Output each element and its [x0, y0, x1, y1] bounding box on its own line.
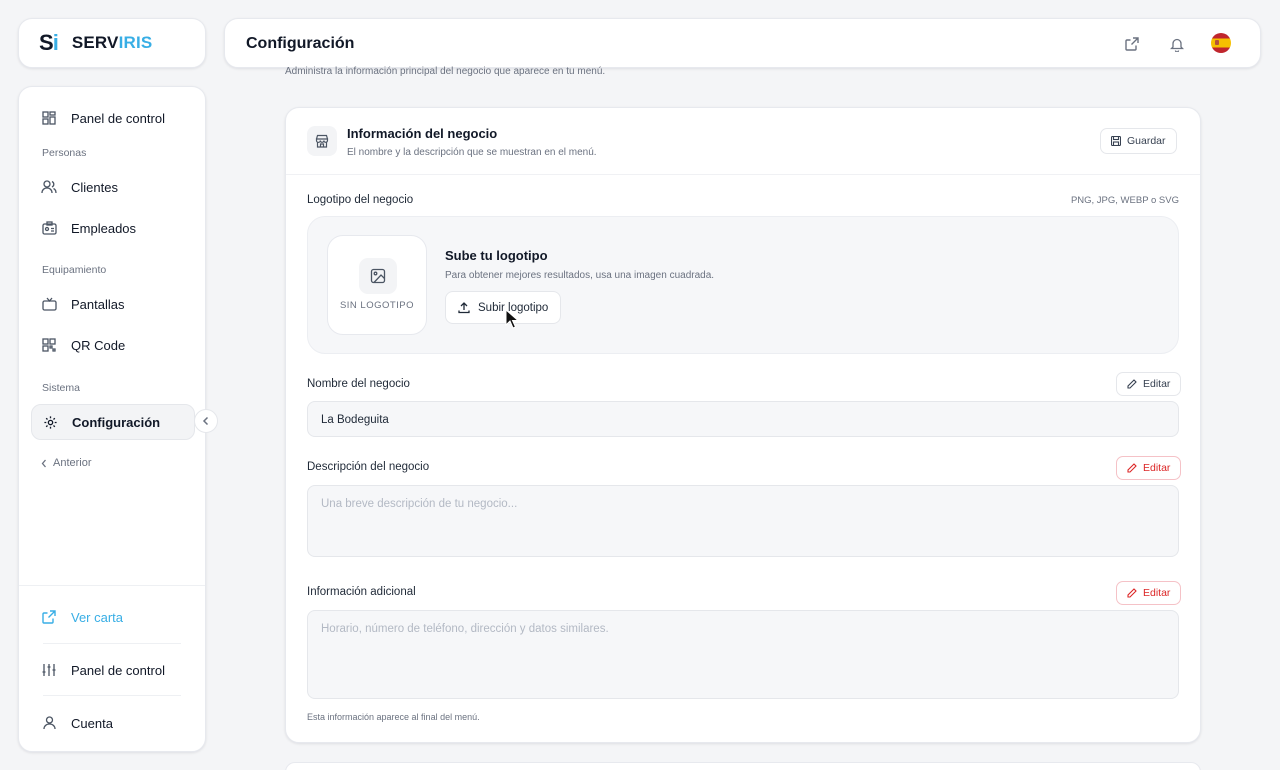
- store-icon: [307, 126, 337, 156]
- mouse-cursor-icon: [505, 309, 519, 329]
- sidebar-item-label: Panel de control: [71, 110, 165, 126]
- next-card: [285, 762, 1201, 770]
- previous-link[interactable]: Anterior: [41, 457, 92, 469]
- sidebar-item-label: QR Code: [71, 337, 126, 353]
- no-logo-label: SIN LOGOTIPO: [339, 300, 415, 311]
- sidebar-item-label: Cuenta: [71, 715, 113, 731]
- logo-field-label: Logotipo del negocio: [307, 194, 414, 206]
- sidebar-item-clientes[interactable]: Clientes: [31, 169, 195, 205]
- divider: [19, 585, 205, 586]
- description-field-label: Descripción del negocio: [307, 461, 430, 473]
- name-field-label: Nombre del negocio: [307, 378, 410, 390]
- sidebar-item-ver-carta[interactable]: Ver carta: [31, 599, 195, 635]
- business-name-field[interactable]: La Bodeguita: [307, 401, 1179, 437]
- upload-icon: [458, 301, 470, 313]
- chevron-left-icon: [202, 416, 209, 426]
- sidebar-item-configuracion[interactable]: Configuración: [31, 404, 195, 440]
- qr-icon: [41, 337, 57, 353]
- id-badge-icon: [41, 220, 57, 236]
- previous-link-label: Anterior: [53, 457, 92, 469]
- logo-formats-hint: PNG, JPG, WEBP o SVG: [1070, 195, 1179, 206]
- edit-description-button[interactable]: Editar: [1116, 456, 1182, 480]
- brand-logo: Si: [39, 30, 59, 55]
- sidebar: Panel de control Personas Clientes Emple…: [18, 86, 218, 752]
- external-link-icon: [1125, 37, 1139, 51]
- pencil-icon: [1127, 463, 1137, 473]
- edit-label: Editar: [1143, 587, 1171, 599]
- sidebar-item-label: Pantallas: [71, 296, 125, 312]
- page-subtitle: Administra la información principal del …: [285, 66, 606, 77]
- bell-icon: [1170, 38, 1184, 52]
- sliders-icon: [41, 662, 57, 678]
- top-bar: Configuración: [224, 18, 1261, 68]
- sidebar-item-label: Ver carta: [71, 609, 124, 625]
- save-button[interactable]: Guardar: [1100, 128, 1177, 154]
- pencil-icon: [1127, 379, 1137, 389]
- extra-info-note: Esta información aparece al final del me…: [307, 712, 480, 722]
- image-icon: [359, 258, 397, 294]
- pencil-icon: [1127, 588, 1137, 598]
- save-icon: [1111, 136, 1121, 146]
- extra-info-field-label: Información adicional: [307, 586, 416, 598]
- page-title: Configuración: [246, 35, 355, 52]
- edit-label: Editar: [1143, 378, 1171, 390]
- sidebar-item-qr-code[interactable]: QR Code: [31, 327, 195, 363]
- gear-icon: [42, 414, 58, 430]
- sidebar-item-empleados[interactable]: Empleados: [31, 210, 195, 246]
- sidebar-item-cuenta[interactable]: Cuenta: [31, 705, 195, 741]
- sidebar-item-label: Empleados: [71, 220, 137, 236]
- edit-name-button[interactable]: Editar: [1116, 372, 1182, 396]
- user-icon: [41, 715, 57, 731]
- notifications-button[interactable]: [1167, 34, 1187, 54]
- sidebar-item-label: Configuración: [72, 414, 161, 430]
- card-title: Información del negocio: [347, 126, 498, 141]
- sidebar-item-label: Panel de control: [71, 662, 165, 678]
- language-flag-es-icon[interactable]: [1211, 33, 1231, 53]
- divider: [43, 695, 181, 696]
- extra-info-field[interactable]: Horario, número de teléfono, dirección y…: [307, 610, 1179, 699]
- save-button-label: Guardar: [1127, 135, 1166, 147]
- tv-icon: [41, 296, 57, 312]
- brand-name: SERVIRIS: [71, 33, 153, 52]
- card-description: El nombre y la descripción que se muestr…: [347, 147, 597, 158]
- edit-extra-info-button[interactable]: Editar: [1116, 581, 1182, 605]
- brand-card[interactable]: Si SERVIRIS: [18, 18, 206, 68]
- logo-upload-zone[interactable]: SIN LOGOTIPO Sube tu logotipo Para obten…: [307, 216, 1179, 354]
- external-link-icon: [41, 609, 57, 625]
- sidebar-item-panel-de-control[interactable]: Panel de control: [31, 100, 195, 136]
- collapse-sidebar-button[interactable]: [194, 409, 218, 433]
- upload-title: Sube tu logotipo: [445, 248, 548, 263]
- section-label-personas: Personas: [42, 147, 87, 159]
- section-label-sistema: Sistema: [42, 382, 80, 394]
- divider: [286, 174, 1200, 175]
- upload-logo-button[interactable]: Subir logotipo: [445, 291, 562, 324]
- edit-label: Editar: [1143, 462, 1171, 474]
- upload-description: Para obtener mejores resultados, usa una…: [445, 270, 715, 281]
- sidebar-item-label: Clientes: [71, 179, 118, 195]
- sidebar-item-pantallas[interactable]: Pantallas: [31, 286, 195, 322]
- business-description-field[interactable]: Una breve descripción de tu negocio...: [307, 485, 1179, 557]
- open-external-button[interactable]: [1122, 34, 1142, 54]
- business-info-card: Información del negocio El nombre y la d…: [285, 107, 1201, 743]
- dashboard-icon: [41, 110, 57, 126]
- users-icon: [41, 179, 57, 195]
- sidebar-item-panel-de-control-footer[interactable]: Panel de control: [31, 652, 195, 688]
- section-label-equipamiento: Equipamiento: [42, 264, 107, 276]
- chevron-left-icon: [41, 459, 46, 467]
- logo-preview: SIN LOGOTIPO: [327, 235, 427, 335]
- divider: [43, 643, 181, 644]
